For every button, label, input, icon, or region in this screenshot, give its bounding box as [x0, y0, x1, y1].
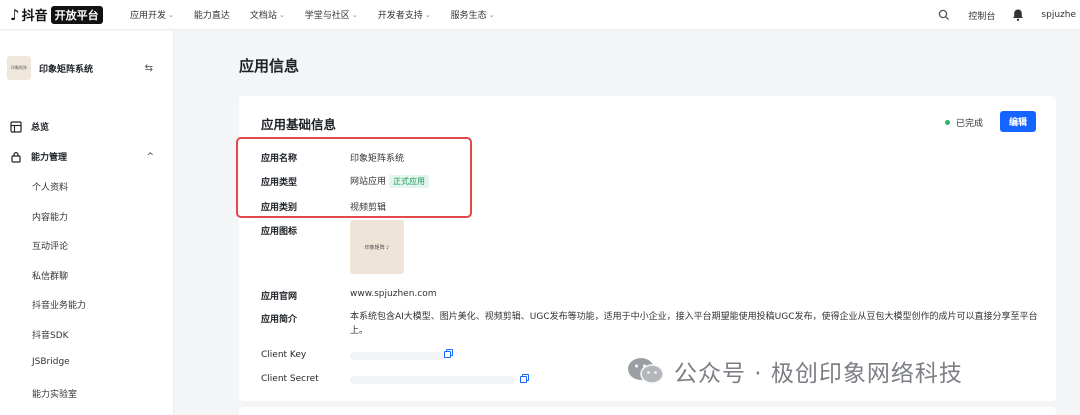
- next-card-edge: [239, 407, 1056, 415]
- app-thumbnail: 印象矩阵: [7, 56, 31, 80]
- section-title: 应用基础信息: [261, 117, 337, 132]
- sidebar-item-content-capability[interactable]: 内容能力: [32, 210, 68, 223]
- user-name[interactable]: spjuzhe: [1041, 10, 1076, 20]
- sidebar-item-capability-lab[interactable]: 能力实验室: [32, 387, 77, 400]
- copy-icon[interactable]: [444, 349, 453, 358]
- top-navigation-bar: ♪ 抖音 开放平台 应用开发 ⌄ 能力直达 文档站 ⌄ 学堂与社区 ⌄ 开发者支持 ⌄ …: [0, 0, 1080, 30]
- highlight-box: [236, 137, 472, 218]
- app-switcher[interactable]: 印象矩阵 印象矩阵系统 ⇆: [7, 55, 167, 81]
- main-nav: 应用开发 ⌄ 能力直达 文档站 ⌄ 学堂与社区 ⌄ 开发者支持 ⌄ 服务生态 ⌄: [130, 8, 514, 22]
- wechat-icon: [628, 358, 664, 384]
- nav-app-development[interactable]: 应用开发 ⌄: [130, 8, 174, 22]
- sidebar: 印象矩阵 印象矩阵系统 ⇆ 总览 能力管理 ^ 个人资料 内容能力 互动评论 私…: [0, 31, 174, 415]
- logo-brand-text: 抖音: [21, 9, 48, 24]
- chevron-down-icon: ⌄: [424, 10, 431, 19]
- chevron-down-icon: ⌄: [488, 10, 495, 19]
- client-secret-redacted: [350, 376, 515, 384]
- status-dot-icon: [945, 120, 950, 125]
- swap-icon[interactable]: ⇆: [145, 63, 153, 74]
- edit-button[interactable]: 编辑: [1000, 111, 1036, 132]
- bell-icon[interactable]: [1011, 8, 1025, 22]
- nav-developer-support[interactable]: 开发者支持 ⌄: [378, 8, 431, 22]
- app-website-value: www.spjuzhen.com: [350, 289, 437, 299]
- sidebar-item-jsbridge[interactable]: JSBridge: [32, 357, 70, 367]
- sidebar-item-douyin-business[interactable]: 抖音业务能力: [32, 298, 86, 311]
- sidebar-group-capability-management[interactable]: 能力管理 ^: [10, 150, 160, 163]
- sidebar-app-name: 印象矩阵系统: [39, 64, 94, 75]
- chevron-down-icon: ⌄: [168, 10, 174, 19]
- app-icon-label: 应用图标: [261, 227, 298, 237]
- app-website-label: 应用官网: [261, 292, 298, 302]
- nav-docs[interactable]: 文档站 ⌄: [250, 8, 285, 22]
- sidebar-item-interactive-comments[interactable]: 互动评论: [32, 239, 68, 252]
- app-icon-image: 印象矩阵 ♪: [350, 220, 404, 274]
- lock-icon: [11, 151, 21, 163]
- watermark-text: 公众号 · 极创印象网络科技: [674, 361, 963, 387]
- top-right-actions: 控制台 spjuzhe: [938, 0, 1080, 30]
- watermark: 公众号 · 极创印象网络科技: [626, 354, 963, 388]
- chevron-up-icon[interactable]: ^: [146, 152, 154, 162]
- app-intro-label: 应用简介: [261, 315, 298, 325]
- logo-platform-badge: 开放平台: [50, 5, 103, 24]
- nav-academy-community[interactable]: 学堂与社区 ⌄: [305, 8, 358, 22]
- client-key-label: Client Key: [261, 350, 307, 360]
- dashboard-icon: [10, 120, 22, 133]
- sidebar-item-private-message[interactable]: 私信群聊: [32, 269, 68, 282]
- nav-capability-direct[interactable]: 能力直达: [194, 8, 230, 21]
- douyin-note-icon: ♪: [10, 5, 20, 24]
- chevron-down-icon: ⌄: [278, 10, 285, 19]
- chevron-down-icon: ⌄: [351, 10, 358, 19]
- sidebar-item-overview[interactable]: 总览: [10, 120, 160, 133]
- page-title: 应用信息: [239, 57, 300, 75]
- douyin-open-platform-logo[interactable]: ♪ 抖音 开放平台: [10, 5, 130, 24]
- copy-icon[interactable]: [520, 374, 529, 383]
- sidebar-item-douyin-sdk[interactable]: 抖音SDK: [32, 328, 69, 341]
- console-link[interactable]: 控制台: [968, 9, 995, 22]
- client-secret-label: Client Secret: [261, 374, 319, 384]
- client-key-redacted: [350, 352, 446, 360]
- app-intro-value: 本系统包含AI大模型、图片美化、视频剪辑、UGC发布等功能，适用于中小企业，接入…: [350, 312, 1038, 336]
- status-badge: 已完成: [945, 116, 983, 129]
- search-icon[interactable]: [938, 9, 950, 21]
- sidebar-item-profile[interactable]: 个人资料: [32, 180, 68, 193]
- nav-service-ecosystem[interactable]: 服务生态 ⌄: [451, 8, 495, 22]
